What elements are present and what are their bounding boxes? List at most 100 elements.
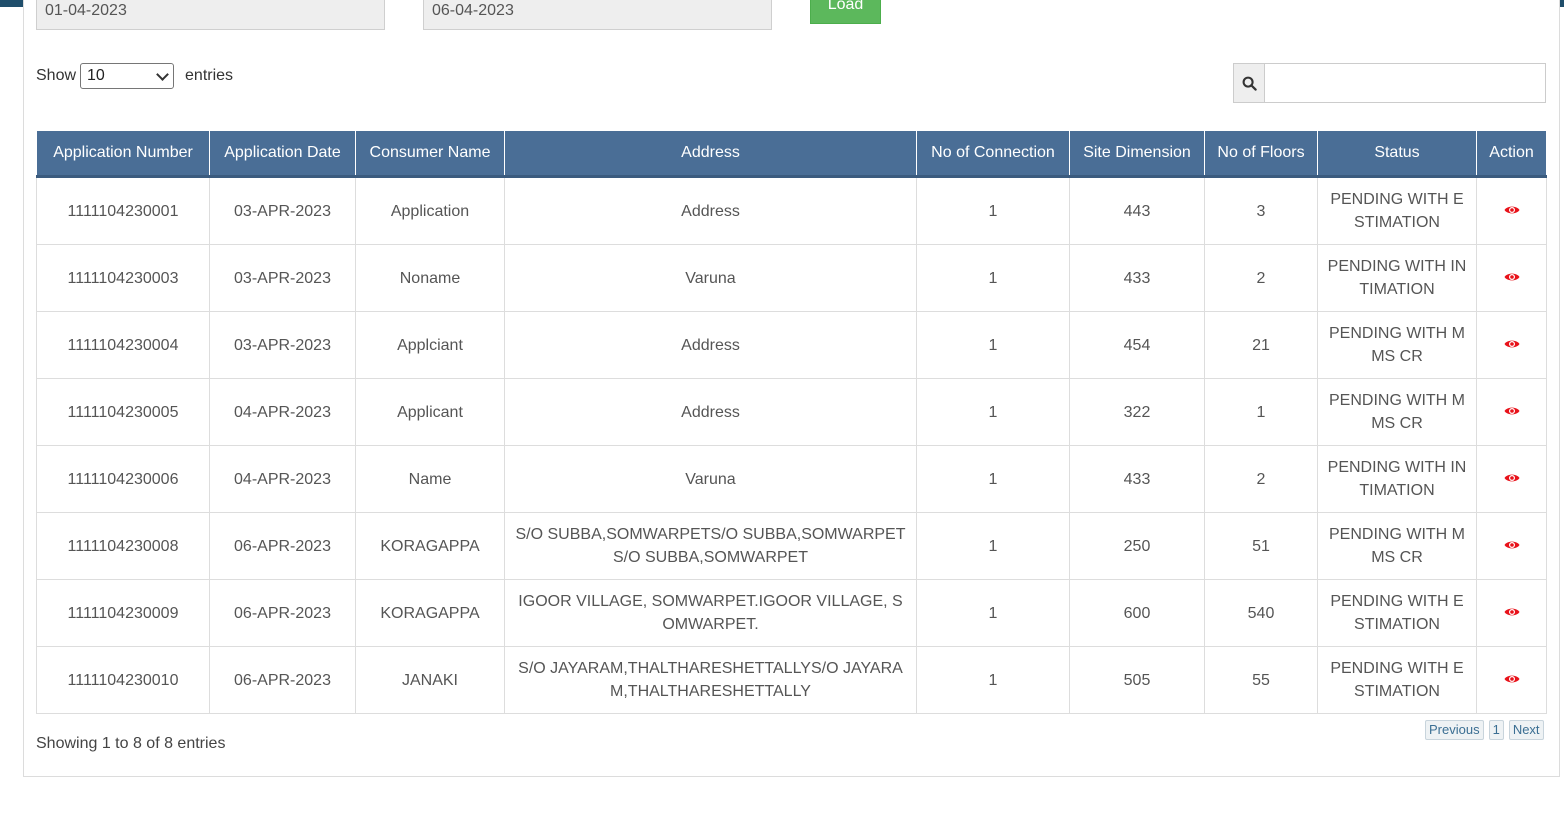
table-row: 1111104230004 03-APR-2023 Applciant Address… — [36, 311, 1547, 379]
column-header[interactable]: Action — [1476, 130, 1547, 178]
connections-cell: 1 — [916, 378, 1070, 446]
site-dimension-cell: 433 — [1069, 244, 1205, 312]
floors-cell: 2 — [1204, 244, 1318, 312]
applications-table: Application Number Application Date Cons… — [36, 130, 1547, 714]
floors-cell: 1 — [1204, 378, 1318, 446]
application-date-cell: 03-APR-2023 — [209, 311, 356, 379]
column-header[interactable]: Consumer Name — [355, 130, 505, 178]
site-dimension-cell: 322 — [1069, 378, 1205, 446]
eye-icon[interactable] — [1504, 267, 1520, 290]
column-header[interactable]: Status — [1317, 130, 1477, 178]
application-date-cell: 04-APR-2023 — [209, 445, 356, 513]
table-info: Showing 1 to 8 of 8 entries — [36, 735, 226, 752]
action-cell — [1476, 646, 1547, 714]
application-number-cell: 1111104230005 — [36, 378, 210, 446]
application-number-cell: 1111104230009 — [36, 579, 210, 647]
eye-icon[interactable] — [1504, 535, 1520, 558]
column-header[interactable]: No of Floors — [1204, 130, 1318, 178]
eye-icon[interactable] — [1504, 468, 1520, 491]
from-date-input[interactable]: 01-04-2023 — [36, 0, 385, 30]
application-date-cell: 03-APR-2023 — [209, 244, 356, 312]
consumer-name-cell: Application — [355, 176, 505, 245]
column-header[interactable]: No of Connection — [916, 130, 1070, 178]
consumer-name-cell: KORAGAPPA — [355, 512, 505, 580]
consumer-name-cell: JANAKI — [355, 646, 505, 714]
application-number-cell: 1111104230006 — [36, 445, 210, 513]
column-header[interactable]: Application Number — [36, 130, 210, 178]
column-header[interactable]: Application Date — [209, 130, 356, 178]
site-dimension-cell: 433 — [1069, 445, 1205, 513]
load-button[interactable]: Load — [810, 0, 881, 24]
table-row: 1111104230003 03-APR-2023 Noname Varuna 1 433… — [36, 244, 1547, 312]
floors-cell: 540 — [1204, 579, 1318, 647]
site-dimension-cell: 454 — [1069, 311, 1205, 379]
site-dimension-cell: 505 — [1069, 646, 1205, 714]
application-date-cell: 03-APR-2023 — [209, 176, 356, 245]
address-cell: S/O JAYARAM,THALTHARESHETTALLYS/O JAYARA… — [504, 646, 917, 714]
action-cell — [1476, 579, 1547, 647]
connections-cell: 1 — [916, 512, 1070, 580]
column-header[interactable]: Site Dimension — [1069, 130, 1205, 178]
address-cell: IGOOR VILLAGE, SOMWARPET.IGOOR VILLAGE, … — [504, 579, 917, 647]
floors-cell: 51 — [1204, 512, 1318, 580]
search-icon[interactable] — [1233, 63, 1265, 103]
status-cell: PENDING WITH MMS CR — [1317, 512, 1477, 580]
search-input[interactable] — [1265, 63, 1546, 103]
action-cell — [1476, 512, 1547, 580]
previous-page-button[interactable]: Previous — [1425, 720, 1484, 740]
table-row: 1111104230008 06-APR-2023 KORAGAPPA S/O SUB… — [36, 512, 1547, 580]
to-date-input[interactable]: 06-04-2023 — [423, 0, 772, 30]
address-cell: Address — [504, 176, 917, 245]
consumer-name-cell: KORAGAPPA — [355, 579, 505, 647]
action-cell — [1476, 244, 1547, 312]
site-dimension-cell: 443 — [1069, 176, 1205, 245]
action-cell — [1476, 176, 1547, 245]
eye-icon[interactable] — [1504, 669, 1520, 692]
application-number-cell: 1111104230008 — [36, 512, 210, 580]
consumer-name-cell: Name — [355, 445, 505, 513]
column-header[interactable]: Address — [504, 130, 917, 178]
application-number-cell: 1111104230003 — [36, 244, 210, 312]
application-date-cell: 04-APR-2023 — [209, 378, 356, 446]
search-box — [1233, 63, 1546, 103]
table-header-row: Application Number Application Date Cons… — [36, 130, 1547, 178]
site-dimension-cell: 600 — [1069, 579, 1205, 647]
table-row: 1111104230010 06-APR-2023 JANAKI S/O JAYARA… — [36, 646, 1547, 714]
eye-icon[interactable] — [1504, 334, 1520, 357]
floors-cell: 21 — [1204, 311, 1318, 379]
connections-cell: 1 — [916, 244, 1070, 312]
status-cell: PENDING WITH ESTIMATION — [1317, 579, 1477, 647]
address-cell: Varuna — [504, 445, 917, 513]
action-cell — [1476, 445, 1547, 513]
connections-cell: 1 — [916, 176, 1070, 245]
application-date-cell: 06-APR-2023 — [209, 646, 356, 714]
site-dimension-cell: 250 — [1069, 512, 1205, 580]
action-cell — [1476, 311, 1547, 379]
application-date-cell: 06-APR-2023 — [209, 512, 356, 580]
status-cell: PENDING WITH INTIMATION — [1317, 244, 1477, 312]
length-control: Show 10 entries — [36, 63, 233, 89]
consumer-name-cell: Applciant — [355, 311, 505, 379]
consumer-name-cell: Noname — [355, 244, 505, 312]
eye-icon[interactable] — [1504, 200, 1520, 223]
connections-cell: 1 — [916, 311, 1070, 379]
address-cell: Address — [504, 311, 917, 379]
address-cell: S/O SUBBA,SOMWARPETS/O SUBBA,SOMWARPETS/… — [504, 512, 917, 580]
show-label: Show — [36, 67, 77, 84]
eye-icon[interactable] — [1504, 602, 1520, 625]
page-1-button[interactable]: 1 — [1488, 720, 1504, 740]
connections-cell: 1 — [916, 579, 1070, 647]
entries-select[interactable]: 10 — [80, 63, 175, 89]
address-cell: Varuna — [504, 244, 917, 312]
eye-icon[interactable] — [1504, 401, 1520, 424]
address-cell: Address — [504, 378, 917, 446]
action-cell — [1476, 378, 1547, 446]
table-row: 1111104230005 04-APR-2023 Applicant Address… — [36, 378, 1547, 446]
table-row: 1111104230006 04-APR-2023 Name Varuna 1 433 2 P… — [36, 445, 1547, 513]
application-number-cell: 1111104230010 — [36, 646, 210, 714]
next-page-button[interactable]: Next — [1508, 720, 1544, 740]
chevron-down-icon — [156, 67, 169, 81]
connections-cell: 1 — [916, 646, 1070, 714]
connections-cell: 1 — [916, 445, 1070, 513]
floors-cell: 2 — [1204, 445, 1318, 513]
